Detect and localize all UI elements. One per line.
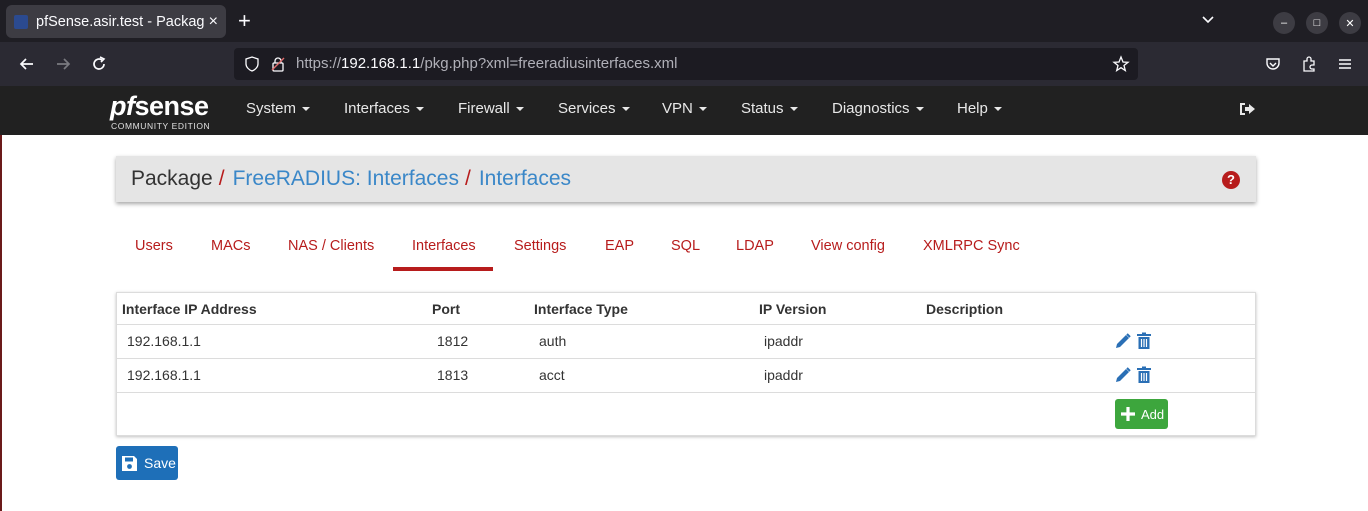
shield-icon[interactable] [244, 56, 260, 72]
caret-down-icon [789, 107, 798, 112]
menu-interfaces[interactable]: Interfaces [344, 100, 424, 117]
pfsense-navbar: pfsense COMMUNITY EDITION System Interfa… [0, 86, 1368, 135]
breadcrumb-freeradius-interfaces[interactable]: FreeRADIUS: Interfaces [233, 167, 459, 190]
forward-arrow-icon[interactable] [51, 52, 75, 76]
menu-firewall[interactable]: Firewall [458, 100, 524, 117]
breadcrumb-separator: / [464, 167, 471, 190]
floppy-disk-icon [122, 455, 137, 471]
chevron-down-icon[interactable] [1200, 11, 1216, 27]
back-arrow-icon[interactable] [15, 52, 39, 76]
tab-users[interactable]: Users [135, 238, 173, 254]
menu-help[interactable]: Help [957, 100, 1002, 117]
breadcrumb: Package / FreeRADIUS: Interfaces / Interface… [116, 156, 1256, 202]
bookmark-star-icon[interactable] [1112, 55, 1130, 73]
page-edge [0, 135, 2, 511]
caret-down-icon [698, 107, 707, 112]
column-header-port: Port [432, 301, 460, 317]
logo-edition: COMMUNITY EDITION [111, 121, 211, 131]
breadcrumb-separator: / [218, 167, 225, 190]
cell-ip-version: ipaddr [764, 367, 803, 383]
browser-tab[interactable]: pfSense.asir.test - Package × [6, 5, 226, 38]
extensions-icon[interactable] [1297, 52, 1321, 76]
cell-ip: 192.168.1.1 [127, 367, 201, 383]
active-tab-indicator [393, 267, 493, 271]
pfsense-favicon-icon [14, 14, 28, 29]
trash-icon[interactable] [1135, 332, 1153, 350]
tab-title: pfSense.asir.test - Package [36, 13, 205, 30]
cell-port: 1812 [437, 333, 469, 349]
cell-type: acct [539, 367, 565, 383]
menu-services[interactable]: Services [558, 100, 630, 117]
tab-interfaces[interactable]: Interfaces [412, 238, 476, 254]
breadcrumb-package: Package [131, 167, 213, 190]
tab-xmlrpc-sync[interactable]: XMLRPC Sync [923, 238, 1020, 254]
menu-vpn[interactable]: VPN [662, 100, 707, 117]
save-button[interactable]: Save [116, 446, 178, 480]
caret-down-icon [302, 107, 311, 112]
reload-icon[interactable] [87, 52, 111, 76]
add-button[interactable]: Add [1115, 399, 1168, 429]
cell-type: auth [539, 333, 567, 349]
insecure-lock-icon[interactable] [270, 56, 286, 72]
url-text: https://192.168.1.1/pkg.php?xml=freeradi… [296, 55, 678, 72]
breadcrumb-interfaces[interactable]: Interfaces [479, 167, 571, 190]
close-window-button[interactable]: ✕ [1339, 12, 1361, 34]
column-header-description: Description [926, 301, 1004, 317]
new-tab-button[interactable]: + [238, 8, 251, 34]
logout-icon[interactable] [1237, 99, 1257, 119]
table-footer-row [117, 392, 1255, 436]
add-button-label: Add [1141, 406, 1165, 422]
package-tabs: Users MACs NAS / Clients Interfaces Sett… [116, 230, 1256, 272]
save-button-label: Save [144, 455, 176, 471]
column-header-ip: Interface IP Address [122, 301, 257, 317]
address-bar[interactable]: https://192.168.1.1/pkg.php?xml=freeradi… [234, 48, 1138, 80]
tab-macs[interactable]: MACs [211, 238, 250, 254]
menu-status[interactable]: Status [741, 100, 798, 117]
cell-ip: 192.168.1.1 [127, 333, 201, 349]
table-row: 192.168.1.1 1813 acct ipaddr [117, 358, 1255, 392]
column-header-ip-version: IP Version [759, 301, 827, 317]
pocket-icon[interactable] [1261, 52, 1285, 76]
tab-close-icon[interactable]: × [209, 13, 218, 31]
browser-tab-bar: pfSense.asir.test - Package × + – □ ✕ [0, 0, 1368, 42]
cell-ip-version: ipaddr [764, 333, 803, 349]
tab-nas-clients[interactable]: NAS / Clients [288, 238, 374, 254]
cell-port: 1813 [437, 367, 469, 383]
trash-icon[interactable] [1135, 366, 1153, 384]
minimize-window-button[interactable]: – [1273, 12, 1295, 34]
column-header-type: Interface Type [534, 301, 628, 317]
plus-icon [1121, 407, 1135, 421]
hamburger-menu-icon[interactable] [1333, 52, 1357, 76]
tab-settings[interactable]: Settings [514, 238, 566, 254]
pencil-icon[interactable] [1114, 332, 1132, 350]
menu-system[interactable]: System [246, 100, 311, 117]
menu-diagnostics[interactable]: Diagnostics [832, 100, 924, 117]
caret-down-icon [415, 107, 424, 112]
tab-ldap[interactable]: LDAP [736, 238, 774, 254]
tab-eap[interactable]: EAP [605, 238, 634, 254]
caret-down-icon [515, 107, 524, 112]
pfsense-logo[interactable]: pfsense COMMUNITY EDITION [110, 91, 220, 131]
tab-view-config[interactable]: View config [811, 238, 885, 254]
pencil-icon[interactable] [1114, 366, 1132, 384]
interfaces-table: Interface IP Address Port Interface Type… [116, 292, 1256, 436]
table-row: 192.168.1.1 1812 auth ipaddr [117, 324, 1255, 358]
caret-down-icon [915, 107, 924, 112]
caret-down-icon [993, 107, 1002, 112]
maximize-window-button[interactable]: □ [1306, 12, 1328, 34]
caret-down-icon [621, 107, 630, 112]
help-icon[interactable]: ? [1222, 171, 1240, 189]
browser-nav-bar: https://192.168.1.1/pkg.php?xml=freeradi… [0, 42, 1368, 86]
tab-sql[interactable]: SQL [671, 238, 700, 254]
